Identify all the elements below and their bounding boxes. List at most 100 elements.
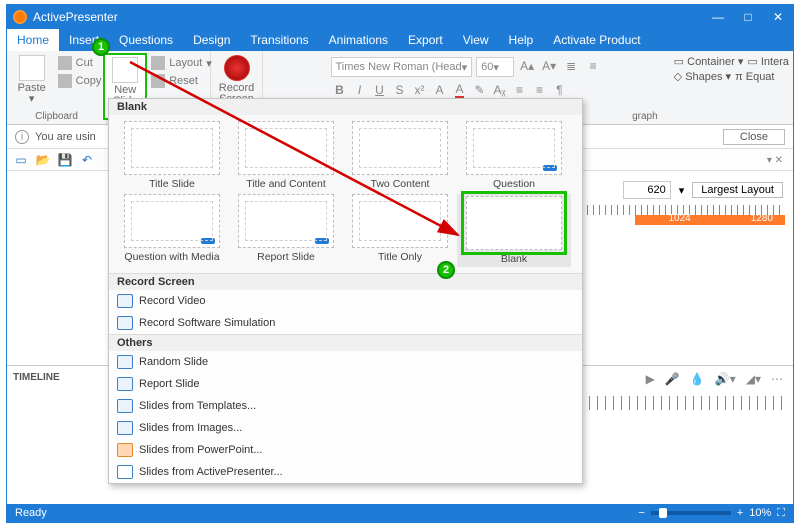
tab-questions[interactable]: Questions: [109, 29, 183, 51]
annotation-badge-1: 1: [92, 38, 110, 56]
section-record: Record Screen: [109, 273, 582, 290]
largest-layout-button[interactable]: Largest Layout: [692, 182, 783, 198]
layout-icon: [151, 56, 165, 70]
tl-play-icon[interactable]: ▶: [646, 372, 655, 386]
info-text: You are usin: [35, 131, 96, 143]
cut-icon: [58, 56, 72, 70]
subscript-icon[interactable]: A: [431, 81, 449, 99]
open-icon[interactable]: 📂: [35, 152, 51, 168]
tab-export[interactable]: Export: [398, 29, 453, 51]
sim-icon: [117, 316, 133, 330]
menu-tabs: Home Insert Questions Design Transitions…: [7, 29, 793, 51]
reset-button[interactable]: Reset: [149, 73, 214, 89]
shrink-font-icon[interactable]: A▾: [540, 57, 558, 75]
video-icon: [117, 294, 133, 308]
tab-design[interactable]: Design: [183, 29, 240, 51]
layout-question[interactable]: Question: [457, 121, 571, 190]
record-sim-item[interactable]: Record Software Simulation: [109, 312, 582, 334]
save-icon[interactable]: 💾: [57, 152, 73, 168]
layout-width-input[interactable]: [623, 181, 671, 199]
panel-toggle[interactable]: [767, 155, 783, 166]
tab-view[interactable]: View: [453, 29, 499, 51]
bold-icon[interactable]: B: [331, 81, 349, 99]
layout-title-content[interactable]: Title and Content: [229, 121, 343, 190]
layout-title-only[interactable]: Title Only: [343, 194, 457, 267]
layout-button[interactable]: Layout▾: [149, 55, 214, 71]
shapes-btn[interactable]: ◇ Shapes ▾: [674, 70, 731, 83]
clipboard-label: Clipboard: [35, 111, 78, 124]
timeline-ruler[interactable]: [589, 396, 785, 410]
underline-icon[interactable]: U: [371, 81, 389, 99]
zoom-pct: 10%: [749, 507, 771, 519]
slides-images-item[interactable]: Slides from Images...: [109, 417, 582, 439]
container-btn[interactable]: ▭ Container ▾: [674, 55, 744, 68]
report-icon: [117, 377, 133, 391]
zoom-out-icon[interactable]: −: [638, 507, 644, 519]
reset-icon: [151, 74, 165, 88]
app-title: ActivePresenter: [33, 10, 118, 24]
status-ready: Ready: [15, 507, 47, 519]
report-slide-item[interactable]: Report Slide: [109, 373, 582, 395]
ruler-mark-1024: 1024: [669, 213, 691, 224]
tl-vol-icon[interactable]: 🔊▾: [715, 372, 736, 386]
tab-animations[interactable]: Animations: [319, 29, 398, 51]
maximize-button[interactable]: □: [733, 5, 763, 29]
section-blank: Blank: [109, 99, 582, 115]
layout-two-content[interactable]: Two Content: [343, 121, 457, 190]
layout-title-slide[interactable]: Title Slide: [115, 121, 229, 190]
paragraph-label: graph: [632, 111, 666, 124]
layout-question-media[interactable]: Question with Media: [115, 194, 229, 267]
intera-btn[interactable]: ▭ Intera: [747, 55, 789, 68]
superscript-icon[interactable]: x²: [411, 81, 429, 99]
numbering-icon[interactable]: ≡: [584, 57, 602, 75]
slides-ap-item[interactable]: Slides from ActivePresenter...: [109, 461, 582, 483]
bullets-icon[interactable]: ≣: [562, 57, 580, 75]
equat-btn[interactable]: π Equat: [735, 71, 774, 83]
random-slide-item[interactable]: Random Slide: [109, 351, 582, 373]
slides-ppt-item[interactable]: Slides from PowerPoint...: [109, 439, 582, 461]
font-color-icon[interactable]: A: [451, 81, 469, 99]
record-video-item[interactable]: Record Video: [109, 290, 582, 312]
italic-icon[interactable]: I: [351, 81, 369, 99]
copy-icon: [58, 74, 72, 88]
highlight-icon[interactable]: ✎: [471, 81, 489, 99]
info-close-button[interactable]: Close: [723, 129, 785, 145]
templates-icon: [117, 399, 133, 413]
align-left-icon[interactable]: ≡: [511, 81, 529, 99]
ppt-icon: [117, 443, 133, 457]
cut-button[interactable]: Cut: [56, 55, 104, 71]
info-icon: i: [15, 130, 29, 144]
tl-zoom-icon[interactable]: ◢▾: [746, 372, 761, 386]
layout-report-slide[interactable]: Report Slide: [229, 194, 343, 267]
align-center-icon[interactable]: ≡: [531, 81, 549, 99]
zoom-slider[interactable]: [651, 511, 731, 515]
minimize-button[interactable]: —: [703, 5, 733, 29]
tl-mic-icon[interactable]: 🎤: [665, 372, 680, 386]
new-file-icon[interactable]: ▭: [13, 152, 29, 168]
undo-icon[interactable]: ↶: [79, 152, 95, 168]
misc-format-icon[interactable]: ¶: [551, 81, 569, 99]
timeline-label: TIMELINE: [13, 372, 60, 383]
tab-help[interactable]: Help: [499, 29, 544, 51]
tab-transitions[interactable]: Transitions: [240, 29, 318, 51]
record-icon: [224, 55, 250, 81]
clear-format-icon[interactable]: Aᵪ: [491, 81, 509, 99]
title-bar: ActivePresenter — □ ✕: [7, 5, 793, 29]
layout-blank[interactable]: Blank: [457, 194, 571, 267]
slides-templates-item[interactable]: Slides from Templates...: [109, 395, 582, 417]
tl-drop-icon[interactable]: 💧: [690, 372, 705, 386]
tab-home[interactable]: Home: [7, 29, 59, 51]
copy-button[interactable]: Copy: [56, 73, 104, 89]
tab-activate[interactable]: Activate Product: [543, 29, 650, 51]
close-window-button[interactable]: ✕: [763, 5, 793, 29]
fit-icon[interactable]: ⛶: [777, 507, 785, 520]
font-name-select[interactable]: Times New Roman (Head ▾: [331, 57, 473, 77]
zoom-in-icon[interactable]: +: [737, 507, 743, 519]
ruler-mark-1280: 1280: [751, 213, 773, 224]
strike-icon[interactable]: S: [391, 81, 409, 99]
font-size-select[interactable]: 60 ▾: [476, 57, 514, 77]
new-slide-dropdown: Blank Title Slide Title and Content Two …: [108, 98, 583, 484]
paste-button[interactable]: Paste▾: [10, 53, 54, 105]
grow-font-icon[interactable]: A▴: [518, 57, 536, 75]
tl-more-icon[interactable]: ⋯: [771, 372, 783, 386]
